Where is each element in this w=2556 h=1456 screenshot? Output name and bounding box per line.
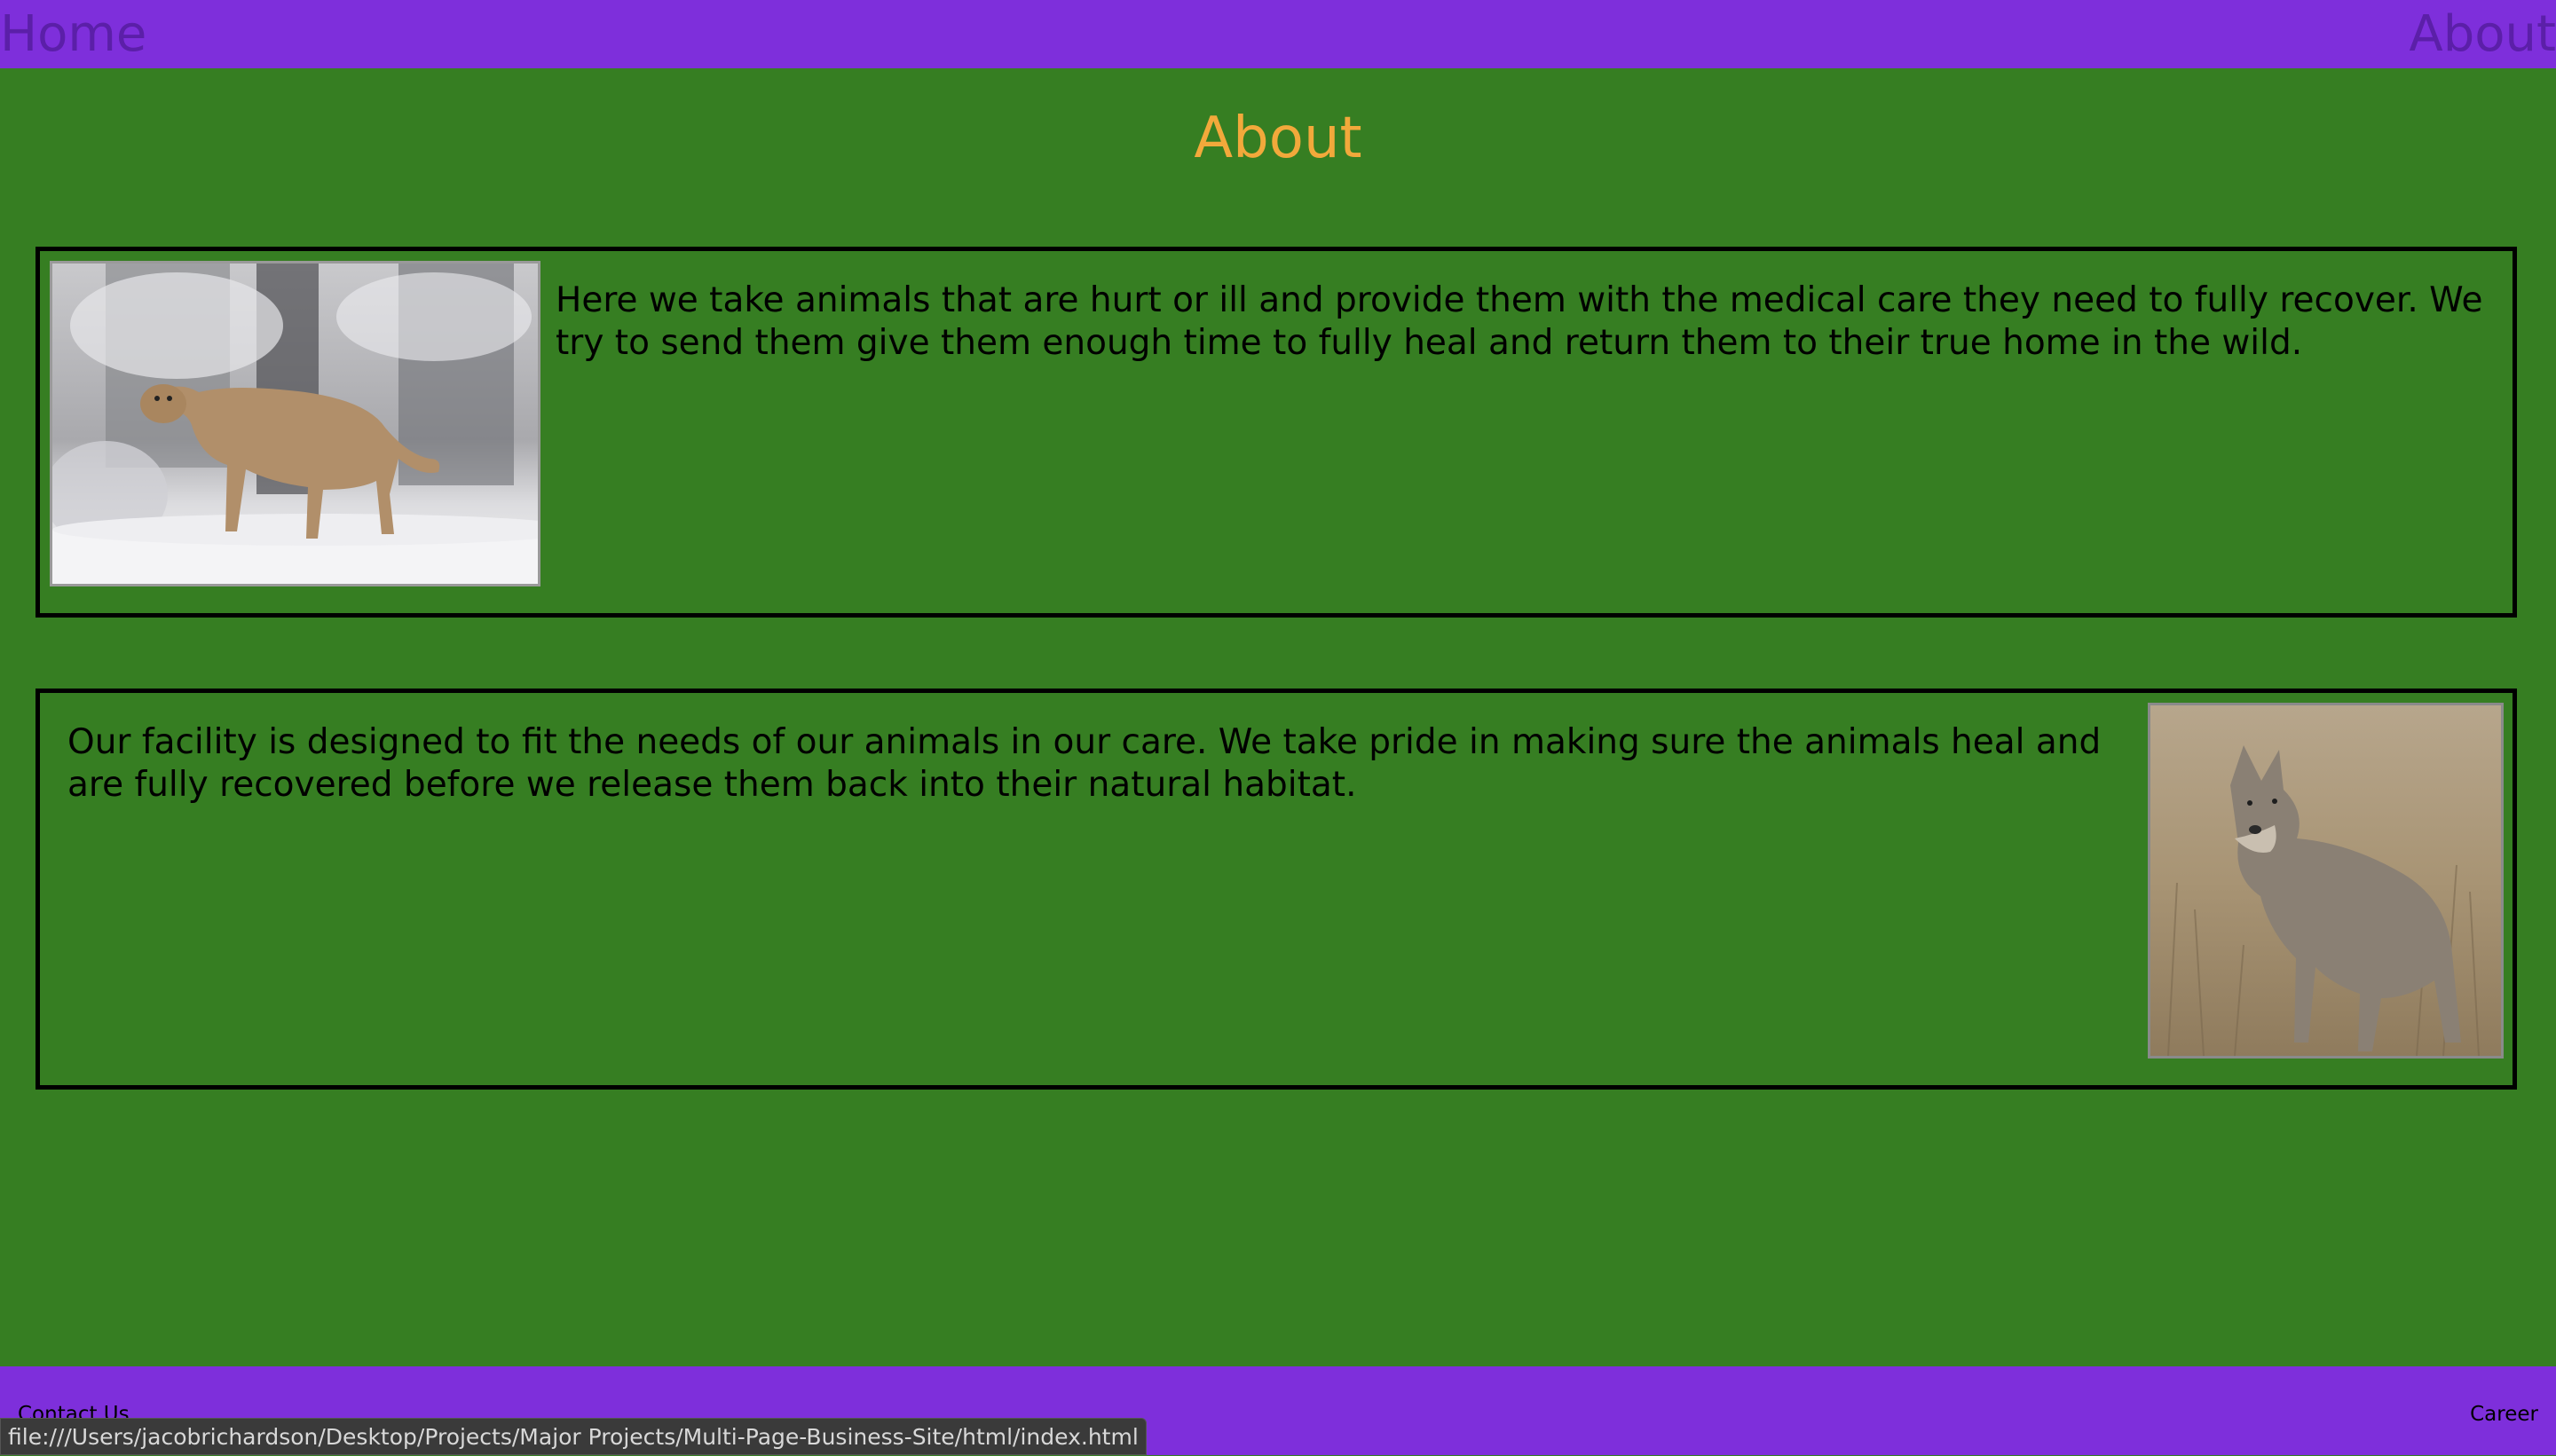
nav-about-link[interactable]: About <box>2409 9 2556 59</box>
coyote-in-grass-image <box>2150 705 2501 1056</box>
cougar-photo <box>50 261 540 586</box>
facility-description: Our facility is designed to fit the need… <box>67 722 2102 805</box>
status-bar-url: file:///Users/jacobrichardson/Desktop/Pr… <box>0 1418 1147 1455</box>
top-navbar: Home About <box>0 0 2556 68</box>
about-card-facility: Our facility is designed to fit the need… <box>36 689 2517 1090</box>
nav-home-link[interactable]: Home <box>0 9 152 59</box>
footer-career-link[interactable]: Career <box>2470 1403 2538 1426</box>
about-card-rehab: Here we take animals that are hurt or il… <box>36 247 2517 618</box>
cougar-in-snow-image <box>52 264 538 584</box>
coyote-photo <box>2148 703 2504 1059</box>
page-title: About <box>1194 106 1362 171</box>
rehab-description: Here we take animals that are hurt or il… <box>556 280 2483 363</box>
